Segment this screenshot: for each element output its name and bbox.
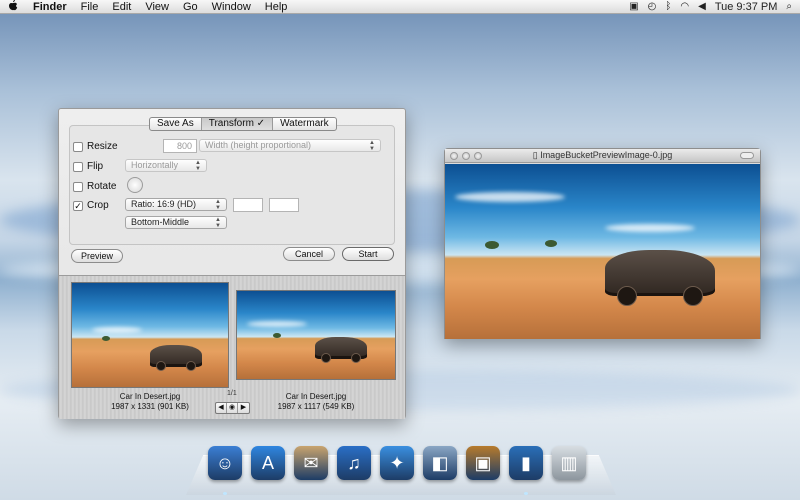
flip-mode-select[interactable]: Horizontally ▲ ▼ bbox=[125, 159, 207, 172]
source-caption: Car In Desert.jpg 1987 x 1331 (901 KB) bbox=[71, 392, 229, 412]
page-counter: 1/1 bbox=[227, 390, 237, 397]
menu-go[interactable]: Go bbox=[176, 1, 205, 13]
dock-running-indicator bbox=[223, 492, 227, 495]
crop-position-select[interactable]: Bottom-Middle ▲ ▼ bbox=[125, 216, 227, 229]
select-arrows-icon: ▲ ▼ bbox=[215, 198, 221, 211]
crop-position-value: Bottom-Middle bbox=[131, 217, 190, 227]
finder-icon[interactable]: ☺ bbox=[208, 446, 242, 480]
dock-running-indicator bbox=[524, 492, 528, 495]
user-icon[interactable]: ▣ bbox=[629, 1, 638, 12]
image-previews: Car In Desert.jpg 1987 x 1331 (901 KB) C… bbox=[59, 275, 405, 419]
volume-icon[interactable]: ◀ bbox=[698, 1, 706, 12]
next-icon[interactable]: ▶ bbox=[238, 403, 249, 413]
result-info: 1987 x 1117 (549 KB) bbox=[277, 402, 355, 411]
menu-help[interactable]: Help bbox=[258, 1, 295, 13]
image-bucket-panel: Save As Transform ✓ Watermark Resize 800… bbox=[58, 108, 406, 419]
toolbar-toggle-icon[interactable] bbox=[740, 152, 754, 159]
desert-car-photo bbox=[72, 283, 228, 387]
result-filename: Car In Desert.jpg bbox=[285, 392, 347, 401]
menu-finder[interactable]: Finder bbox=[26, 1, 74, 13]
pager-control: ◀ ◉ ▶ bbox=[215, 402, 250, 414]
flip-checkbox[interactable] bbox=[73, 161, 83, 172]
preview-window: ▯ ImageBucketPreviewImage-0.jpg bbox=[444, 148, 761, 339]
preview-button[interactable]: Preview bbox=[71, 249, 123, 263]
menu-file[interactable]: File bbox=[74, 1, 106, 13]
rotate-row: Rotate bbox=[73, 181, 116, 192]
menubar-clock[interactable]: Tue 9:37 PM bbox=[715, 1, 778, 13]
flip-label: Flip bbox=[87, 161, 104, 172]
desert-car-photo bbox=[445, 164, 760, 339]
iphoto-icon[interactable]: ▣ bbox=[466, 446, 500, 480]
crop-row: ✓ Crop bbox=[73, 200, 109, 211]
preview-window-filename: ImageBucketPreviewImage-0.jpg bbox=[540, 150, 673, 160]
rotate-label: Rotate bbox=[87, 181, 117, 192]
crop-checkbox[interactable]: ✓ bbox=[73, 200, 83, 211]
dock: ☺ A ✉ ♫ ✦ ◧ ▣ ▮ ▥ bbox=[208, 446, 586, 480]
resize-row: Resize bbox=[73, 141, 118, 152]
start-button[interactable]: Start bbox=[342, 247, 394, 261]
menu-bar: Finder File Edit View Go Window Help ▣ ◴… bbox=[0, 0, 800, 14]
preview-window-titlebar[interactable]: ▯ ImageBucketPreviewImage-0.jpg bbox=[445, 149, 760, 163]
resize-label: Resize bbox=[87, 141, 118, 152]
source-thumbnail[interactable] bbox=[71, 282, 229, 388]
safari-icon[interactable]: ✦ bbox=[380, 446, 414, 480]
resize-checkbox[interactable] bbox=[73, 141, 83, 152]
spotlight-icon[interactable]: ⌕ bbox=[786, 1, 792, 12]
crop-height-field[interactable] bbox=[269, 198, 299, 212]
resize-width-field[interactable]: 800 bbox=[163, 139, 197, 153]
menu-view[interactable]: View bbox=[138, 1, 176, 13]
tab-watermark[interactable]: Watermark bbox=[273, 118, 336, 130]
flip-mode-value: Horizontally bbox=[131, 160, 179, 170]
desert-car-photo bbox=[237, 291, 395, 379]
previous-icon[interactable]: ◀ bbox=[216, 403, 227, 413]
itunes-icon[interactable]: ♫ bbox=[337, 446, 371, 480]
resize-mode-value: Width (height proportional) bbox=[205, 140, 312, 150]
crop-label: Crop bbox=[87, 200, 109, 211]
preview-icon[interactable]: ◧ bbox=[423, 446, 457, 480]
select-arrows-icon: ▲ ▼ bbox=[195, 159, 201, 172]
result-thumbnail[interactable] bbox=[236, 290, 396, 380]
tab-save-as[interactable]: Save As bbox=[150, 118, 202, 130]
menu-edit[interactable]: Edit bbox=[105, 1, 138, 13]
refresh-icon[interactable]: ◉ bbox=[227, 403, 238, 413]
trash-icon[interactable]: ▥ bbox=[552, 446, 586, 480]
result-caption: Car In Desert.jpg 1987 x 1117 (549 KB) bbox=[236, 392, 396, 412]
image-bucket-icon[interactable]: ▮ bbox=[509, 446, 543, 480]
crop-width-field[interactable] bbox=[233, 198, 263, 212]
tab-transform[interactable]: Transform ✓ bbox=[201, 118, 274, 130]
time-machine-icon[interactable]: ◴ bbox=[648, 1, 657, 12]
crop-ratio-select[interactable]: Ratio: 16:9 (HD) ▲ ▼ bbox=[125, 198, 227, 211]
wifi-icon[interactable]: ◠ bbox=[680, 1, 689, 12]
source-filename: Car In Desert.jpg bbox=[119, 392, 181, 401]
source-info: 1987 x 1331 (901 KB) bbox=[111, 402, 189, 411]
apple-menu-icon[interactable] bbox=[0, 0, 26, 14]
bluetooth-icon[interactable]: ᛒ bbox=[665, 1, 671, 12]
mail-icon[interactable]: ✉ bbox=[294, 446, 328, 480]
cancel-button[interactable]: Cancel bbox=[283, 247, 335, 261]
menu-window[interactable]: Window bbox=[205, 1, 258, 13]
preview-image bbox=[445, 164, 760, 339]
panel-tabs: Save As Transform ✓ Watermark bbox=[149, 117, 337, 131]
rotate-checkbox[interactable] bbox=[73, 181, 83, 192]
select-arrows-icon: ▲ ▼ bbox=[369, 139, 375, 152]
select-arrows-icon: ▲ ▼ bbox=[215, 216, 221, 229]
rotate-angle-knob[interactable] bbox=[127, 177, 143, 193]
app-store-icon[interactable]: A bbox=[251, 446, 285, 480]
preview-window-title: ▯ ImageBucketPreviewImage-0.jpg bbox=[445, 150, 760, 161]
flip-row: Flip bbox=[73, 161, 103, 172]
crop-ratio-value: Ratio: 16:9 (HD) bbox=[131, 199, 197, 209]
resize-mode-select[interactable]: Width (height proportional) ▲ ▼ bbox=[199, 139, 381, 152]
